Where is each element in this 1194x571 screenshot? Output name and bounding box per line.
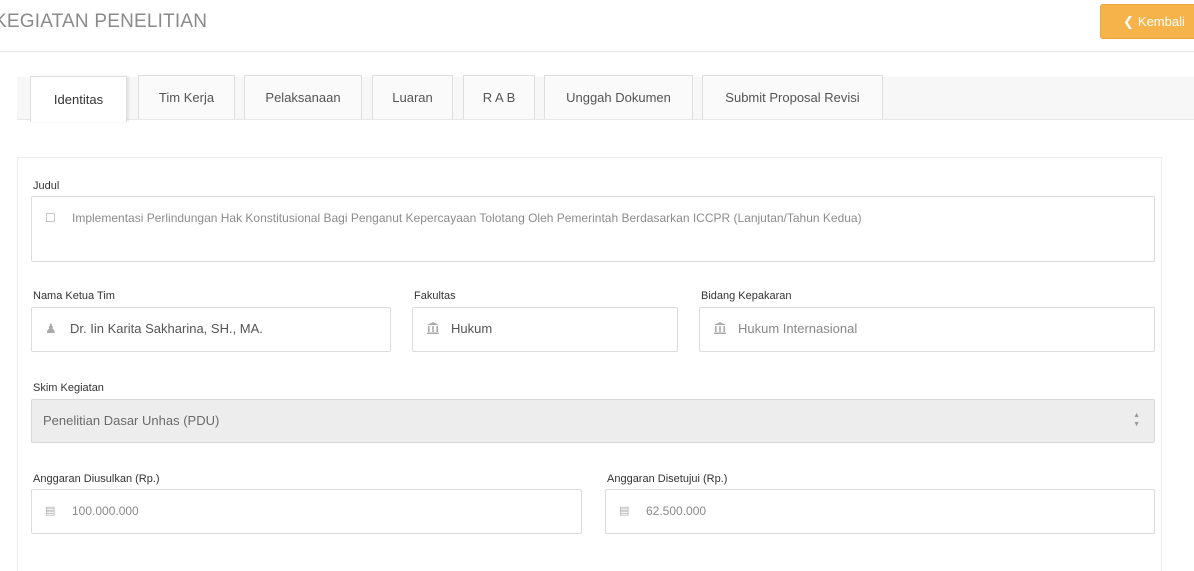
bidang-field[interactable]: Hukum Internasional <box>699 307 1155 352</box>
tab-submit-proposal-revisi[interactable]: Submit Proposal Revisi <box>702 75 883 119</box>
judul-label: Judul <box>33 180 60 192</box>
tab-identitas[interactable]: Identitas <box>30 76 127 122</box>
institution-icon <box>426 321 440 335</box>
select-arrows-icon: ▲ ▼ <box>1133 412 1140 428</box>
fakultas-label: Fakultas <box>414 290 456 302</box>
back-button[interactable]: ❮ Kembali <box>1100 4 1194 39</box>
tab-luaran[interactable]: Luaran <box>372 75 453 119</box>
tab-rab[interactable]: R A B <box>463 75 535 119</box>
page-title: KEGIATAN PENELITIAN <box>0 11 208 32</box>
document-icon: ☐ <box>45 211 56 225</box>
money-icon: ▤ <box>619 505 630 517</box>
ketua-value: Dr. Iin Karita Sakharina, SH., MA. <box>70 321 263 336</box>
ketua-field[interactable]: ♟ Dr. Iin Karita Sakharina, SH., MA. <box>31 307 391 352</box>
bidang-label: Bidang Kepakaran <box>701 290 792 302</box>
anggaran-diusulkan-value: 100.000.000 <box>72 504 139 518</box>
anggaran-disetujui-field[interactable]: ▤ 62.500.000 <box>605 489 1155 534</box>
header-divider <box>0 51 1194 52</box>
judul-value: Implementasi Perlindungan Hak Konstitusi… <box>72 211 862 225</box>
skim-value: Penelitian Dasar Unhas (PDU) <box>43 413 220 428</box>
chevron-left-icon: ❮ <box>1123 14 1134 29</box>
skim-label: Skim Kegiatan <box>33 382 104 394</box>
judul-field[interactable]: ☐ Implementasi Perlindungan Hak Konstitu… <box>31 196 1155 262</box>
fakultas-value: Hukum <box>451 321 493 336</box>
ketua-label: Nama Ketua Tim <box>33 290 115 302</box>
tab-pelaksanaan[interactable]: Pelaksanaan <box>244 75 362 119</box>
bidang-value: Hukum Internasional <box>738 321 858 336</box>
anggaran-diusulkan-label: Anggaran Diusulkan (Rp.) <box>33 473 160 485</box>
anggaran-disetujui-value: 62.500.000 <box>646 504 707 518</box>
anggaran-diusulkan-field[interactable]: ▤ 100.000.000 <box>31 489 582 534</box>
skim-select[interactable]: Penelitian Dasar Unhas (PDU) ▲ ▼ <box>31 399 1155 443</box>
user-icon: ♟ <box>45 321 57 336</box>
back-button-label: Kembali <box>1137 14 1185 29</box>
anggaran-disetujui-label: Anggaran Disetujui (Rp.) <box>607 473 728 485</box>
money-icon: ▤ <box>45 505 56 517</box>
institution-icon <box>713 321 727 335</box>
tab-tim-kerja[interactable]: Tim Kerja <box>138 75 235 119</box>
fakultas-field[interactable]: Hukum <box>412 307 678 352</box>
tab-unggah-dokumen[interactable]: Unggah Dokumen <box>544 75 693 119</box>
